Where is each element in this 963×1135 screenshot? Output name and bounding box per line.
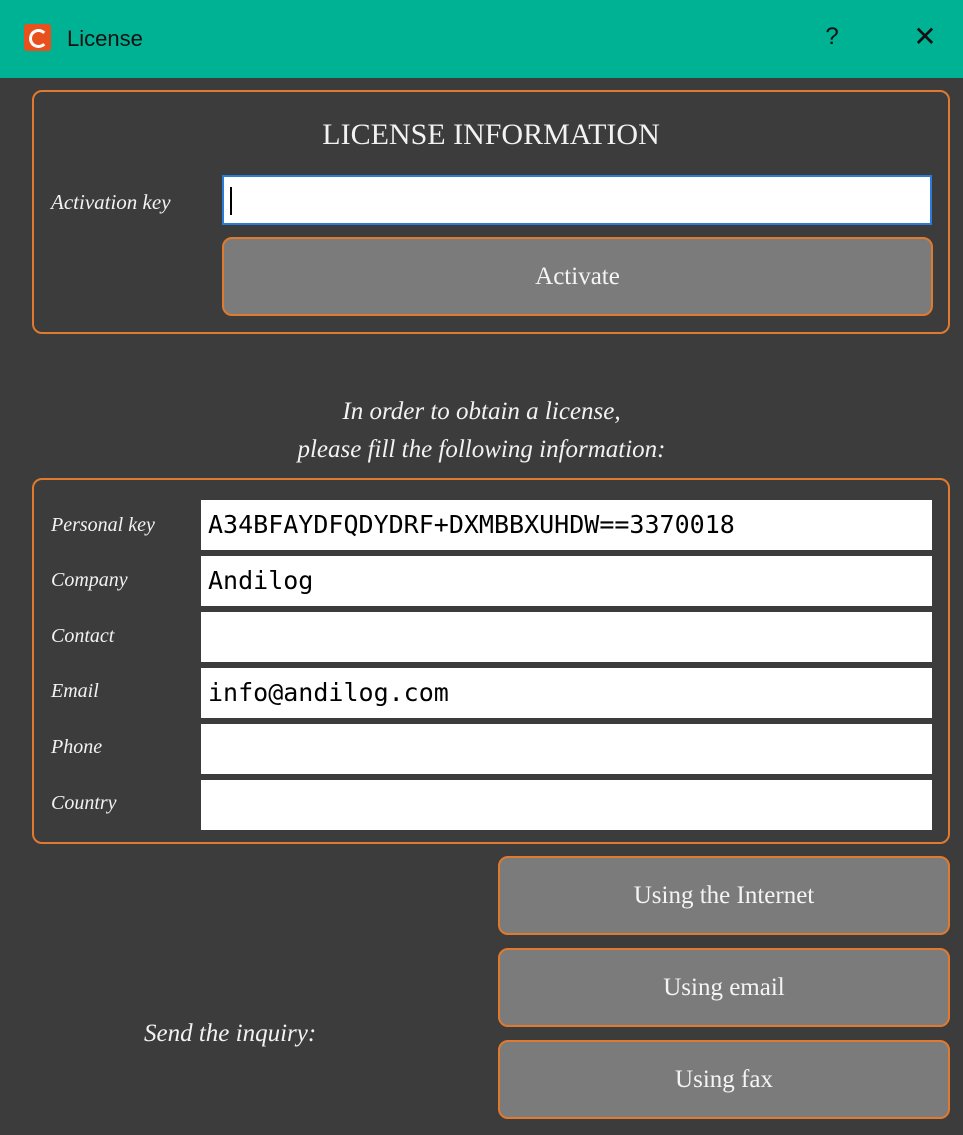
country-label: Country [51,792,117,814]
company-label: Company [51,569,128,591]
activation-key-input[interactable] [222,175,932,225]
instructions-text: In order to obtain a license, please fil… [0,393,963,469]
activate-button[interactable]: Activate [222,237,933,316]
close-button[interactable]: ✕ [907,20,943,54]
country-field[interactable] [201,780,932,830]
send-email-button[interactable]: Using email [498,948,950,1027]
email-field[interactable]: info@andilog.com [201,668,932,718]
contact-field[interactable] [201,612,932,662]
phone-label: Phone [51,736,103,758]
send-inquiry-label: Send the inquiry: [144,1020,317,1047]
send-fax-button[interactable]: Using fax [498,1040,950,1119]
email-label: Email [51,680,99,702]
contact-label: Contact [51,625,115,647]
license-information-group: LICENSE INFORMATION Activation key Activ… [32,90,950,334]
personal-key-field[interactable]: A34BFAYDFQDYDRF+DXMBBXUHDW==3370018 [201,500,932,550]
activation-key-label: Activation key [51,190,171,214]
instructions-line-2: please fill the following information: [297,436,666,463]
text-cursor [230,187,232,215]
phone-field[interactable] [201,724,932,774]
license-heading: LICENSE INFORMATION [322,118,660,151]
help-button[interactable]: ? [817,20,847,54]
app-logo-icon [24,24,51,51]
send-internet-button[interactable]: Using the Internet [498,856,950,935]
title-bar[interactable]: License ? ✕ [0,0,963,78]
license-dialog: License ? ✕ LICENSE INFORMATION Activati… [0,0,963,1135]
contact-information-group: Personal key A34BFAYDFQDYDRF+DXMBBXUHDW=… [32,478,950,844]
window-title: License [67,26,143,51]
personal-key-label: Personal key [51,514,155,536]
instructions-line-1: In order to obtain a license, [342,398,621,425]
company-field[interactable]: Andilog [201,556,932,606]
